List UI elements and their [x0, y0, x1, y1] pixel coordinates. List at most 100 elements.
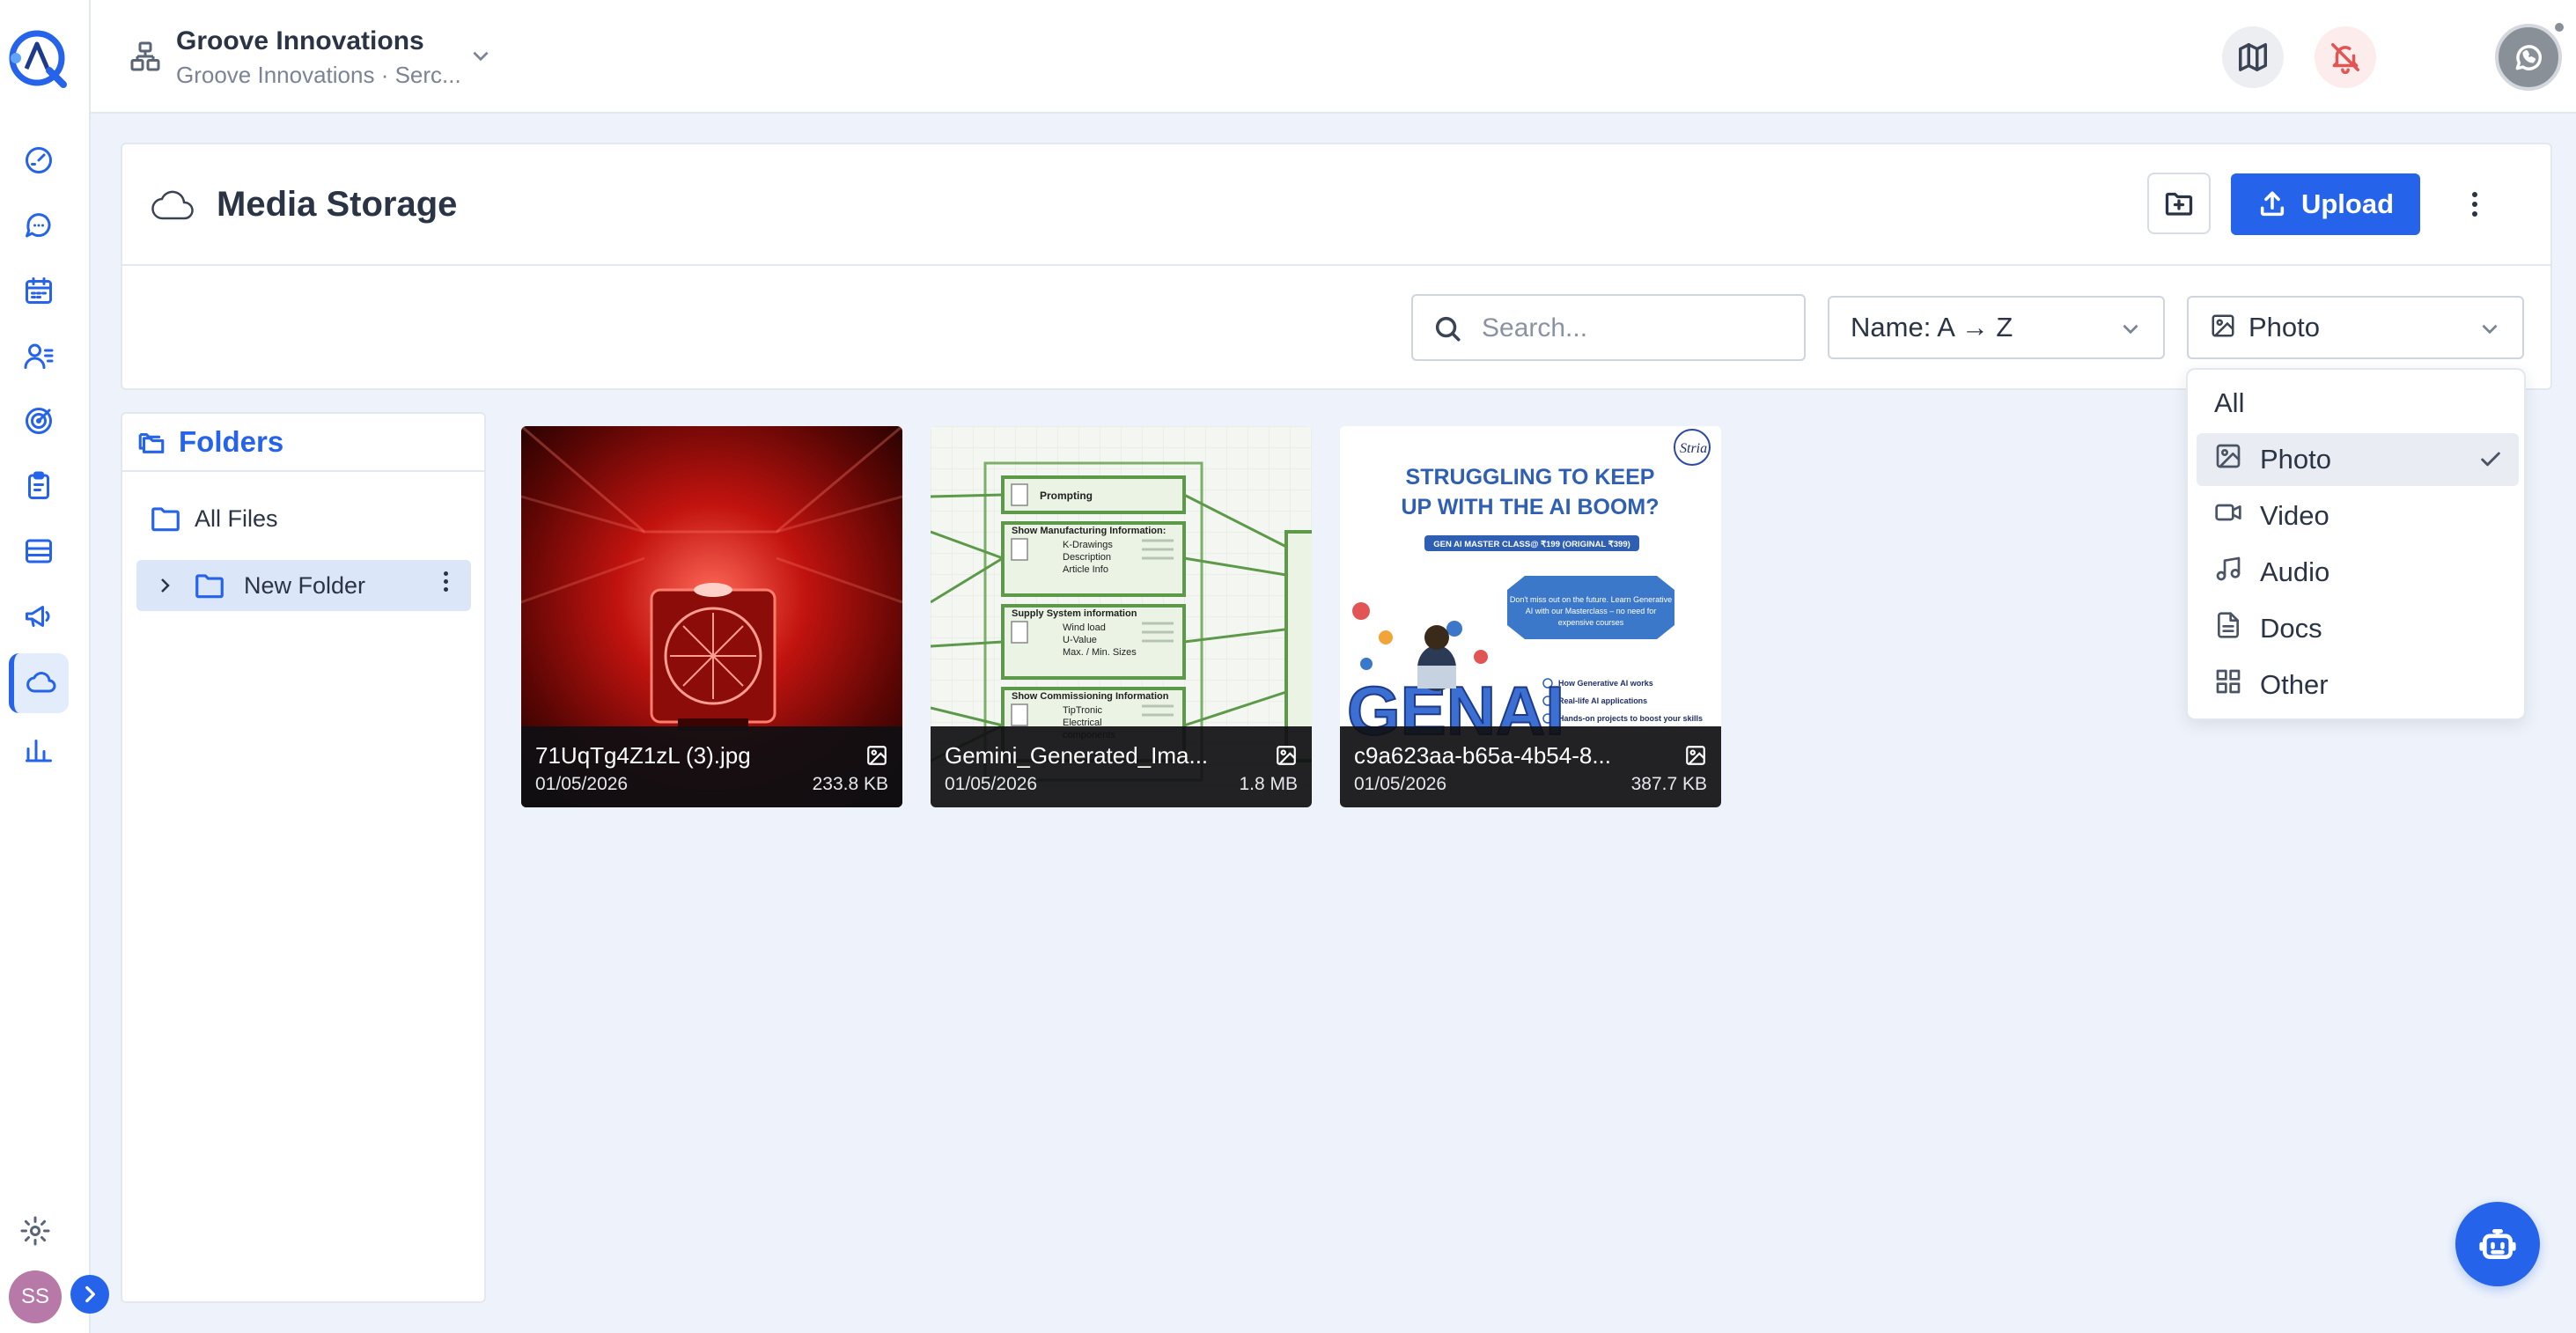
type-option-label: Docs: [2260, 613, 2322, 644]
sidebar-item-billing[interactable]: [9, 521, 69, 581]
kebab-dot: [444, 579, 448, 584]
settings-button[interactable]: [19, 1215, 51, 1247]
diagram-item: U-Value: [1063, 635, 1097, 645]
sidebar-item-contacts[interactable]: [9, 326, 69, 386]
robot-icon: [2479, 1229, 2516, 1259]
file-size: 1.8 MB: [1239, 774, 1298, 794]
sidebar-item-tasks[interactable]: [9, 456, 69, 516]
notifications-off-button[interactable]: [2315, 26, 2376, 88]
org-name[interactable]: Groove Innovations: [176, 26, 424, 56]
type-option-label: Video: [2260, 500, 2329, 531]
file-date: 01/05/2026: [945, 774, 1038, 794]
more-options-button[interactable]: [2457, 183, 2492, 225]
calendar-icon: [26, 277, 52, 304]
target-icon: [26, 408, 52, 434]
app-logo[interactable]: [4, 25, 70, 92]
file-card[interactable]: Prompting Show Manufacturing Information…: [931, 426, 1312, 807]
sidebar-item-messages[interactable]: [9, 195, 69, 255]
org-switcher-chevron[interactable]: [469, 44, 492, 67]
file-info-bar: 71UqTg4Z1zL (3).jpg 01/05/2026 233.8 KB: [521, 726, 902, 807]
sort-value: Name: A → Z: [1851, 312, 2013, 342]
search-input[interactable]: [1482, 308, 1790, 349]
type-filter-menu: All Photo Video Audio Docs Other: [2186, 368, 2526, 720]
diagram-item: Description: [1063, 552, 1111, 563]
diagram-item: TipTronic: [1063, 705, 1103, 716]
kebab-dot: [2472, 192, 2477, 197]
status-dot: [2553, 21, 2565, 33]
type-option-audio[interactable]: Audio: [2197, 546, 2519, 599]
type-option-docs[interactable]: Docs: [2197, 602, 2519, 655]
page-title: Media Storage: [217, 185, 458, 224]
poster-bullet: Real-life AI applications: [1558, 696, 1647, 705]
diagram-box-title: Prompting: [1040, 490, 1093, 502]
sidebar-item-media-storage[interactable]: [9, 653, 69, 713]
kebab-dot: [444, 587, 448, 592]
sidebar-item-dashboard[interactable]: [9, 130, 69, 190]
map-button[interactable]: [2222, 26, 2284, 88]
image-icon: [2210, 313, 2236, 343]
check-icon: [2478, 447, 2503, 472]
sidebar-expand-button[interactable]: [70, 1275, 109, 1314]
search-field[interactable]: [1411, 294, 1806, 361]
poster-headline: UP WITH THE AI BOOM?: [1401, 495, 1659, 519]
diagram-box-title: Show Commissioning Information: [1012, 691, 1169, 702]
image-icon: [1275, 744, 1298, 767]
video-icon: [2214, 498, 2242, 534]
image-icon: [2214, 442, 2242, 477]
cloud-icon: [26, 672, 56, 693]
document-icon: [2214, 611, 2242, 646]
sidebar-avatar[interactable]: SS: [9, 1270, 62, 1323]
chat-bubble-icon: [26, 213, 51, 238]
file-date: 01/05/2026: [1354, 774, 1447, 794]
type-option-video[interactable]: Video: [2197, 490, 2519, 542]
sidebar-item-reports[interactable]: [9, 720, 69, 780]
top-header: Groove Innovations Groove Innovations · …: [91, 0, 2576, 114]
kebab-dot: [2472, 211, 2477, 217]
type-option-all[interactable]: All: [2197, 377, 2519, 430]
folder-options-button[interactable]: [444, 571, 448, 592]
sidebar-item-calendar[interactable]: [9, 261, 69, 320]
sidebar-item-campaigns[interactable]: [9, 586, 69, 646]
type-option-photo[interactable]: Photo: [2197, 433, 2519, 486]
whatsapp-button[interactable]: [2495, 24, 2562, 91]
folders-title: Folders: [179, 425, 284, 458]
upload-button[interactable]: Upload: [2231, 173, 2420, 235]
file-name: 71UqTg4Z1zL (3).jpg: [535, 742, 751, 769]
type-option-label: Photo: [2260, 444, 2332, 475]
file-info-bar: c9a623aa-b65a-4b54-8... 01/05/2026 387.7…: [1340, 726, 1721, 807]
chevron-down-icon: [2478, 317, 2501, 340]
upload-label: Upload: [2300, 188, 2395, 219]
new-folder-button[interactable]: [2147, 173, 2211, 234]
poster-blurb: AI with our Masterclass – no need for: [1526, 607, 1657, 615]
file-card[interactable]: Stria STRUGGLING TO KEEP UP WITH THE AI …: [1340, 426, 1721, 807]
folder-label: New Folder: [244, 571, 366, 599]
gear-icon: [20, 1216, 50, 1246]
folder-icon: [151, 507, 180, 532]
sort-select[interactable]: Name: A → Z: [1828, 296, 2165, 359]
type-option-label: Other: [2260, 669, 2329, 700]
folder-label: All Files: [195, 504, 278, 532]
folder-icon: [195, 574, 224, 599]
folder-plus-icon: [2165, 192, 2193, 216]
bell-off-icon: [2331, 43, 2359, 74]
sidebar-item-goals[interactable]: [9, 391, 69, 451]
chevron-down-icon: [2119, 317, 2142, 340]
folder-new-folder[interactable]: New Folder: [136, 560, 471, 611]
type-option-label: All: [2214, 387, 2245, 418]
file-date: 01/05/2026: [535, 774, 629, 794]
poster-logo-text: Stria: [1680, 441, 1707, 456]
sidebar: SS: [0, 0, 109, 1333]
diagram-item: Max. / Min. Sizes: [1063, 647, 1137, 658]
file-info-bar: Gemini_Generated_Ima... 01/05/2026 1.8 M…: [931, 726, 1312, 807]
chevron-right-icon[interactable]: [154, 575, 175, 596]
clipboard-icon: [28, 471, 49, 499]
folders-panel: Folders All Files New Folder: [121, 412, 486, 1303]
divider: [122, 264, 2550, 266]
type-filter-select[interactable]: Photo: [2187, 296, 2524, 359]
assistant-bot-button[interactable]: [2455, 1202, 2540, 1286]
file-size: 387.7 KB: [1630, 774, 1707, 794]
type-option-other[interactable]: Other: [2197, 659, 2519, 711]
file-card[interactable]: 71UqTg4Z1zL (3).jpg 01/05/2026 233.8 KB: [521, 426, 902, 807]
poster-blurb: expensive courses: [1558, 618, 1624, 627]
folder-all-files[interactable]: All Files: [136, 493, 471, 544]
